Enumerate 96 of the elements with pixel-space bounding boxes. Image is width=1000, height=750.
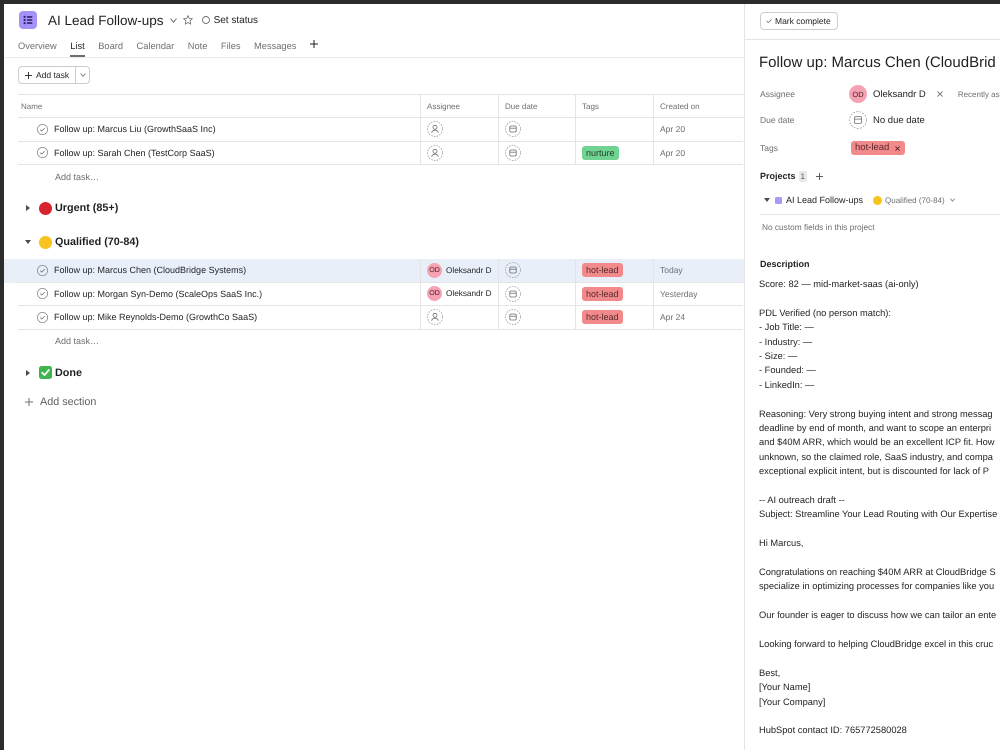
task-name[interactable]: Follow up: Marcus Liu (GrowthSaaS Inc): [54, 124, 216, 134]
description-paragraph: Our founder is eager to discuss how we can tailor an ente: [759, 609, 996, 622]
status-circle-icon: [202, 16, 210, 24]
created-date: Apr 24: [660, 312, 686, 322]
plus-icon: [25, 72, 32, 78]
section-title: Done: [55, 366, 82, 378]
caret-down-icon[interactable]: [25, 240, 31, 244]
assignee-name[interactable]: Oleksandr D: [873, 88, 926, 100]
description-heading: Description: [760, 259, 810, 269]
tag[interactable]: nurture: [582, 146, 619, 160]
description-paragraph: HubSpot contact ID: 765772580028: [759, 724, 907, 738]
assignee-name: Oleksandr D: [446, 266, 492, 275]
calendar-icon[interactable]: [505, 262, 521, 278]
tag[interactable]: hot-lead: [851, 141, 906, 155]
tab[interactable]: Messages: [254, 36, 296, 57]
assignee-name: Oleksandr D: [446, 289, 492, 298]
column-header[interactable]: Name: [18, 95, 420, 117]
calendar-icon[interactable]: [849, 111, 867, 129]
task-row[interactable]: Follow up: Mike Reynolds-Demo (GrowthCo SaaS) hot-lead Apr 24: [4, 306, 744, 330]
person-icon[interactable]: [427, 309, 443, 326]
set-status-button[interactable]: Set status: [202, 14, 258, 26]
projects-label: Projects: [760, 171, 796, 181]
note-text: Recently as: [958, 90, 1000, 98]
tab[interactable]: Board: [98, 36, 124, 57]
description-paragraph: -- AI outreach draft -- Subject: Streamline Your Lead Routing with Our Expertise: [759, 494, 998, 522]
column-header[interactable]: Due date: [498, 95, 575, 117]
person-icon[interactable]: [427, 144, 443, 161]
task-name[interactable]: Follow up: Marcus Chen (CloudBridge Systems): [54, 265, 246, 276]
calendar-icon[interactable]: [505, 144, 521, 161]
tag[interactable]: hot-lead: [582, 286, 623, 301]
chevron-down-icon: [80, 73, 86, 77]
field-label: Tags: [760, 143, 778, 153]
column-header[interactable]: Tags: [575, 95, 653, 117]
task-row[interactable]: Follow up: Marcus Liu (GrowthSaaS Inc) Apr 20: [4, 118, 744, 142]
add-task-button[interactable]: Add task: [18, 66, 76, 84]
created-date: Yesterday: [660, 288, 698, 299]
due-date-value[interactable]: No due date: [873, 114, 925, 126]
description-paragraph: Looking forward to helping CloudBridge excel in this cruc: [759, 638, 994, 652]
tab[interactable]: Calendar: [136, 36, 174, 57]
caret-right-icon[interactable]: [26, 370, 30, 376]
remove-icon[interactable]: [895, 146, 900, 150]
list-icon: [19, 11, 37, 29]
tab[interactable]: Files: [220, 36, 241, 57]
add-task-link[interactable]: Add task…: [55, 172, 100, 182]
person-icon[interactable]: [427, 121, 443, 138]
task-title[interactable]: Follow up: Marcus Chen (CloudBrid: [759, 54, 996, 72]
column-header[interactable]: Created on: [653, 95, 743, 117]
description-paragraph: Congratulations on reaching $40M ARR at CloudBridge S specialize in optimizing processes for companies like you: [759, 566, 996, 594]
close-icon[interactable]: [936, 91, 943, 97]
field-label: Assignee: [760, 89, 795, 99]
project-title: AI Lead Follow-ups: [48, 12, 164, 28]
field-label: Due date: [760, 115, 794, 125]
plus-icon[interactable]: [310, 40, 318, 48]
description-paragraph: Best, [Your Name] [Your Company]: [759, 666, 826, 709]
tab[interactable]: Overview: [18, 36, 57, 57]
calendar-icon[interactable]: [505, 286, 521, 302]
check-icon: [766, 19, 772, 23]
count-badge: 1: [798, 170, 807, 182]
description-paragraph: PDL Verified (no person match): - Job Title: — - Industry: — - Size: — - Founded: — - LinkedIn: —: [759, 306, 891, 392]
tag[interactable]: hot-lead: [582, 310, 623, 324]
mark-complete-button[interactable]: Mark complete: [760, 12, 838, 30]
plus-icon: [25, 398, 33, 406]
description-paragraph: Reasoning: Very strong buying intent and strong messag deadline by end of month, and want to scope an enterpri and $40M ARR, which would be an excellent ICP fit. How unknown, so the claimed role, SaaS industry, and compa exceptional explicit intent, but is discounted for lack of P: [759, 408, 994, 478]
check-circle-icon[interactable]: [37, 147, 48, 158]
section-title: Qualified (70-84): [55, 236, 139, 248]
tab[interactable]: Note: [188, 36, 208, 57]
task-name[interactable]: Follow up: Sarah Chen (TestCorp SaaS): [54, 148, 215, 158]
star-icon[interactable]: [182, 15, 193, 25]
add-section-button[interactable]: Add section: [25, 390, 96, 414]
custom-fields-note: No custom fields in this project: [762, 222, 875, 232]
tab[interactable]: List: [70, 36, 85, 57]
chevron-down-icon[interactable]: [170, 18, 177, 22]
created-date: Today: [660, 265, 683, 276]
task-name[interactable]: Follow up: Morgan Syn-Demo (ScaleOps SaaS Inc.): [54, 288, 262, 299]
calendar-icon[interactable]: [505, 121, 521, 138]
section-dropdown[interactable]: Qualified (70-84): [873, 196, 955, 204]
task-row[interactable]: Follow up: Sarah Chen (TestCorp SaaS) nurture Apr 20: [4, 142, 744, 165]
chevron-down-icon: [950, 198, 955, 202]
caret-down-icon[interactable]: [764, 198, 770, 202]
tag[interactable]: hot-lead: [582, 263, 623, 278]
created-date: Apr 20: [660, 148, 686, 158]
created-date: Apr 20: [660, 124, 686, 134]
check-circle-icon[interactable]: [37, 264, 48, 276]
project-name[interactable]: AI Lead Follow-ups: [786, 195, 864, 205]
section-title: Urgent (85+): [55, 202, 118, 214]
caret-right-icon[interactable]: [26, 205, 30, 211]
calendar-icon[interactable]: [505, 309, 521, 326]
check-circle-icon[interactable]: [37, 312, 48, 323]
column-header[interactable]: Assignee: [420, 95, 498, 117]
task-name[interactable]: Follow up: Mike Reynolds-Demo (GrowthCo SaaS): [54, 312, 258, 322]
description-paragraph: Score: 82 — mid-market-saas (ai-only): [759, 278, 919, 291]
check-circle-icon[interactable]: [37, 124, 48, 135]
plus-icon[interactable]: [816, 172, 823, 180]
check-circle-icon[interactable]: [37, 288, 48, 300]
add-task-link[interactable]: Add task…: [55, 336, 100, 346]
description-paragraph: Hi Marcus,: [759, 537, 804, 550]
